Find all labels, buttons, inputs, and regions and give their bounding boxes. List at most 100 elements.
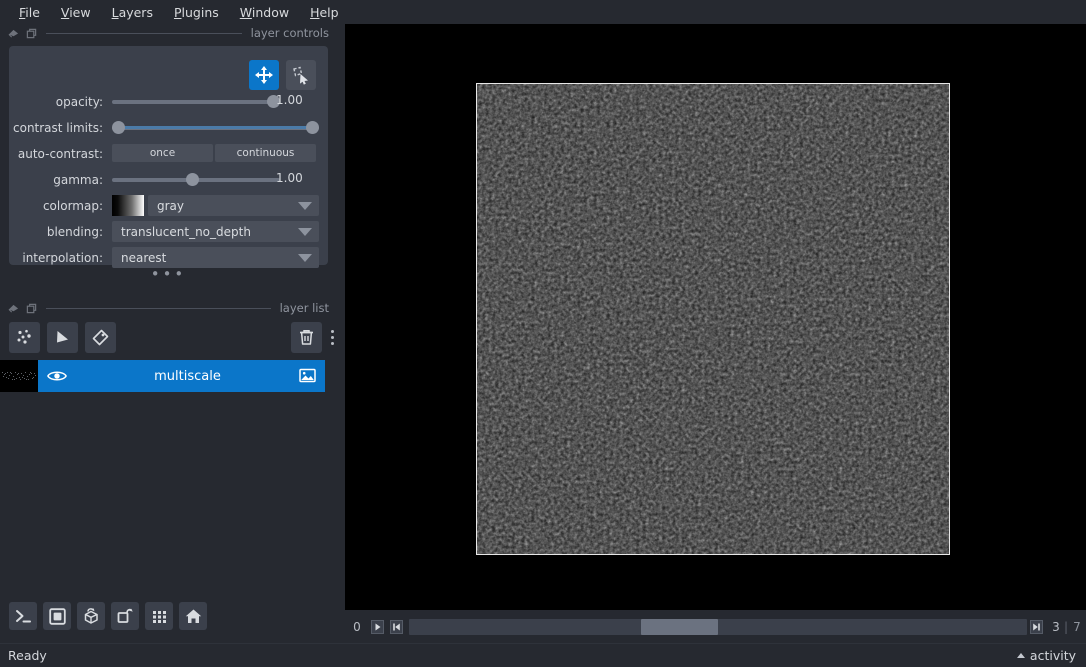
- menu-item-help[interactable]: Help: [300, 2, 349, 23]
- pan-zoom-button[interactable]: [249, 60, 279, 90]
- undock-icon[interactable]: [26, 28, 37, 39]
- layer-name-label: multiscale: [154, 368, 221, 384]
- contrast-limits-high-handle[interactable]: [306, 121, 319, 134]
- dims-step-first-button[interactable]: [388, 618, 404, 636]
- dims-axis-label: 0: [353, 619, 361, 634]
- new-labels-icon: [92, 329, 109, 345]
- chevron-down-icon: [298, 254, 312, 262]
- opacity-slider[interactable]: [112, 90, 280, 113]
- auto-contrast-label: auto-contrast:: [17, 146, 103, 161]
- grid-view-button[interactable]: [145, 602, 173, 630]
- ndisplay-toggle-button[interactable]: [43, 602, 71, 630]
- dims-max-value: 7: [1073, 619, 1081, 634]
- image-layer-render[interactable]: [476, 83, 950, 555]
- console-button[interactable]: [9, 602, 37, 630]
- viewer-button-bar: [9, 602, 207, 630]
- layer-visibility-toggle[interactable]: [38, 369, 76, 383]
- blending-row: blending: translucent_no_depth: [9, 220, 328, 243]
- layer-row-body[interactable]: multiscale: [38, 360, 325, 392]
- layer-type-badge: [299, 368, 316, 387]
- dock-title-rule: [46, 32, 242, 34]
- gamma-value: 1.00: [276, 171, 303, 185]
- menu-item-plugins[interactable]: Plugins: [164, 2, 229, 23]
- layer-thumbnail: [0, 360, 38, 392]
- auto-contrast-row: auto-contrast: once continuous: [9, 142, 328, 165]
- menu-item-window[interactable]: Window: [230, 2, 299, 23]
- dock-title-rule: [46, 307, 271, 309]
- left-dock-panel: layer controls opacity: 1.00 contrast li…: [0, 24, 345, 643]
- blending-label: blending:: [46, 224, 103, 239]
- interpolation-label: interpolation:: [22, 250, 103, 265]
- undock-icon[interactable]: [26, 303, 37, 314]
- activity-button[interactable]: activity: [1016, 648, 1076, 663]
- noise-texture: [477, 84, 949, 554]
- dims-step-last-button[interactable]: [1029, 618, 1045, 636]
- chevron-up-icon: [1016, 653, 1025, 658]
- colormap-combobox[interactable]: gray: [148, 195, 319, 216]
- chevron-down-icon: [298, 228, 312, 236]
- roll-dims-button[interactable]: [77, 602, 105, 630]
- transform-icon: [293, 66, 308, 85]
- play-icon: [370, 619, 384, 634]
- layer-list-title-label: layer list: [279, 301, 329, 315]
- opacity-slider-track: [112, 99, 280, 104]
- new-shapes-button[interactable]: [47, 321, 78, 353]
- layer-thumbnail-noise: [0, 360, 38, 392]
- float-dock-icon[interactable]: [8, 28, 19, 39]
- delete-layer-button[interactable]: [291, 321, 322, 353]
- contrast-limits-label: contrast limits:: [13, 120, 103, 135]
- float-dock-icon[interactable]: [8, 303, 19, 314]
- transform-button[interactable]: [286, 60, 316, 90]
- viewer-canvas[interactable]: [345, 24, 1086, 610]
- dims-play-button[interactable]: [369, 618, 385, 636]
- opacity-value: 1.00: [276, 93, 303, 107]
- colormap-label: colormap:: [42, 198, 103, 213]
- dims-slider-handle[interactable]: [640, 618, 718, 635]
- panel-splitter-handle[interactable]: •••: [0, 267, 337, 282]
- layer-list-dock-title: layer list: [0, 299, 333, 317]
- gamma-slider-handle[interactable]: [186, 173, 199, 186]
- dims-slider-bar: 0 3 | 7: [345, 610, 1086, 643]
- layer-controls-panel: opacity: 1.00 contrast limits: auto-cont…: [9, 46, 328, 268]
- gamma-label: gamma:: [53, 172, 103, 187]
- layer-list-item-multiscale[interactable]: multiscale: [0, 360, 325, 392]
- auto-contrast-once-button[interactable]: once: [112, 144, 213, 162]
- step-first-icon: [389, 619, 403, 634]
- contrast-limits-selected-range: [119, 126, 312, 129]
- layer-controls-title-label: layer controls: [250, 26, 329, 40]
- gamma-slider[interactable]: [112, 168, 280, 191]
- interpolation-combobox[interactable]: nearest: [112, 247, 319, 268]
- new-points-button[interactable]: [9, 321, 40, 353]
- menu-item-view[interactable]: View: [51, 2, 101, 23]
- contrast-limits-row: contrast limits:: [9, 116, 328, 139]
- layer-list-toolbar: [9, 319, 339, 355]
- menu-item-file[interactable]: File: [9, 2, 50, 23]
- menu-item-layers[interactable]: Layers: [102, 2, 163, 23]
- gamma-row: gamma: 1.00: [9, 168, 328, 191]
- console-icon: [15, 609, 31, 622]
- grid-view-icon: [152, 610, 166, 623]
- contrast-limits-low-handle[interactable]: [112, 121, 125, 134]
- dims-slider-track[interactable]: [409, 618, 1027, 635]
- colormap-row: colormap: gray: [9, 194, 328, 217]
- home-button[interactable]: [179, 602, 207, 630]
- new-labels-button[interactable]: [85, 321, 116, 353]
- layer-list-menu-button[interactable]: [325, 322, 339, 353]
- layer-controls-dock-title: layer controls: [0, 24, 333, 42]
- colormap-value: gray: [157, 198, 185, 213]
- opacity-row: opacity: 1.00: [9, 90, 328, 113]
- activity-label: activity: [1029, 648, 1076, 663]
- interpolation-value: nearest: [121, 250, 167, 265]
- dims-current-value: 3: [1052, 619, 1060, 634]
- blending-combobox[interactable]: translucent_no_depth: [112, 221, 319, 242]
- transpose-dims-button[interactable]: [111, 602, 139, 630]
- new-points-icon: [17, 329, 31, 344]
- status-message: Ready: [8, 648, 47, 663]
- auto-contrast-continuous-button[interactable]: continuous: [215, 144, 316, 162]
- step-last-icon: [1030, 619, 1044, 634]
- contrast-limits-slider[interactable]: [112, 116, 319, 139]
- home-icon: [185, 609, 201, 623]
- opacity-label: opacity:: [55, 94, 103, 109]
- napari-viewer-window: File View Layers Plugins Window Help lay…: [0, 0, 1086, 667]
- status-bar: Ready activity: [0, 643, 1086, 667]
